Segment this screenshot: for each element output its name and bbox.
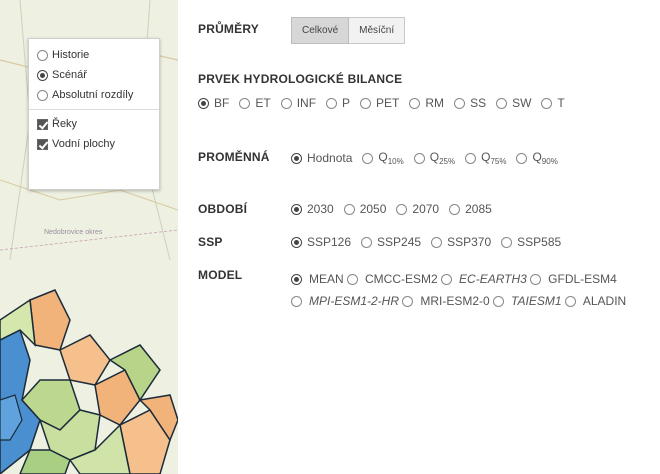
element-radio[interactable]: [496, 97, 508, 109]
ssp-label: SSP: [198, 235, 223, 249]
element-option-sw[interactable]: SW: [496, 96, 531, 110]
model-radio[interactable]: [441, 273, 453, 285]
model-radio[interactable]: [564, 295, 576, 307]
scenario-radio[interactable]: [37, 69, 48, 81]
layer-water-bodies[interactable]: Vodní plochy: [37, 134, 151, 154]
model-radio[interactable]: [291, 273, 302, 285]
period-option-2050[interactable]: 2050: [343, 202, 386, 216]
element-option-pet[interactable]: PET: [360, 96, 399, 110]
model-radio[interactable]: [347, 273, 359, 285]
element-option-ss[interactable]: SS: [454, 96, 486, 110]
variable-option-q90[interactable]: Q90%: [516, 150, 558, 166]
element-option-rm[interactable]: RM: [409, 96, 444, 110]
period-label: OBDOBÍ: [198, 202, 248, 216]
period-radio[interactable]: [396, 203, 408, 215]
element-label: PRVEK HYDROLOGICKÉ BILANCE: [198, 72, 403, 86]
variable-radio[interactable]: [291, 152, 302, 164]
ssp-option-126[interactable]: SSP126: [291, 235, 351, 249]
variable-radio[interactable]: [413, 152, 425, 164]
variable-radio[interactable]: [465, 152, 477, 164]
model-option-aladin[interactable]: ALADIN: [564, 290, 626, 312]
ssp-radio[interactable]: [361, 236, 373, 248]
ssp-option-370[interactable]: SSP370: [431, 235, 491, 249]
variable-options: Hodnota Q10% Q25% Q75% Q90%: [291, 150, 558, 166]
averages-toggle: Celkové Měsíční: [291, 17, 406, 44]
variable-radio[interactable]: [516, 152, 528, 164]
element-option-et[interactable]: ET: [239, 96, 271, 110]
element-option-p[interactable]: P: [326, 96, 350, 110]
model-option-mri-esm2-0[interactable]: MRI-ESM2-0: [402, 290, 490, 312]
model-option-taiesm1[interactable]: TAIESM1: [493, 290, 562, 312]
layer-scenario[interactable]: Scénář: [37, 65, 151, 85]
period-option-2030[interactable]: 2030: [291, 202, 334, 216]
variable-option-q25[interactable]: Q25%: [413, 150, 455, 166]
ssp-radio[interactable]: [431, 236, 443, 248]
model-option-mean[interactable]: MEAN: [291, 268, 344, 290]
ssp-option-585[interactable]: SSP585: [501, 235, 561, 249]
water-bodies-checkbox[interactable]: [37, 138, 48, 150]
element-radio[interactable]: [360, 97, 372, 109]
layer-history[interactable]: Historie: [37, 45, 151, 65]
layer-divider: [29, 109, 159, 110]
model-radio[interactable]: [530, 273, 542, 285]
scenario-label: Scénář: [52, 69, 87, 81]
model-option-gfdl-esm4[interactable]: GFDL-ESM4: [530, 268, 617, 290]
rivers-checkbox[interactable]: [37, 118, 48, 130]
period-option-2070[interactable]: 2070: [396, 202, 439, 216]
element-radio[interactable]: [198, 97, 209, 109]
ssp-radio[interactable]: [291, 236, 302, 248]
element-option-t[interactable]: T: [541, 96, 565, 110]
map-panel[interactable]: Nedobrovice okres Historie Scénář Absolu…: [0, 0, 178, 474]
variable-label: PROMĚNNÁ: [198, 150, 270, 164]
model-options: MEAN CMCC-ESM2 EC-EARTH3 GFDL-ESM4 MPI-E…: [291, 268, 660, 312]
model-option-mpi-esm1-2-hr[interactable]: MPI-ESM1-2-HR: [291, 290, 399, 312]
period-options: 2030 2050 2070 2085: [291, 202, 502, 216]
variable-option-q10[interactable]: Q10%: [362, 150, 404, 166]
absolute-diff-radio[interactable]: [37, 89, 48, 101]
period-radio[interactable]: [343, 203, 355, 215]
model-label: MODEL: [198, 268, 243, 282]
layer-switcher: Historie Scénář Absolutní rozdíly Řeky V…: [28, 38, 160, 190]
element-radio[interactable]: [541, 97, 553, 109]
period-radio[interactable]: [449, 203, 461, 215]
element-radio[interactable]: [326, 97, 338, 109]
ssp-options: SSP126 SSP245 SSP370 SSP585: [291, 235, 571, 249]
absolute-diff-label: Absolutní rozdíly: [52, 89, 134, 101]
element-radio[interactable]: [280, 97, 292, 109]
ssp-radio[interactable]: [501, 236, 513, 248]
layer-rivers[interactable]: Řeky: [37, 114, 151, 134]
variable-radio[interactable]: [362, 152, 374, 164]
history-radio[interactable]: [37, 49, 48, 61]
element-radio[interactable]: [409, 97, 421, 109]
layer-absolute-diff[interactable]: Absolutní rozdíly: [37, 85, 151, 105]
averages-monthly-button[interactable]: Měsíční: [349, 17, 406, 44]
model-radio[interactable]: [402, 295, 414, 307]
model-radio[interactable]: [493, 295, 505, 307]
rivers-label: Řeky: [52, 118, 78, 130]
model-option-cmcc-esm2[interactable]: CMCC-ESM2: [347, 268, 438, 290]
element-option-inf[interactable]: INF: [280, 96, 316, 110]
history-label: Historie: [52, 49, 90, 61]
variable-option-value[interactable]: Hodnota: [291, 151, 352, 165]
averages-total-button[interactable]: Celkové: [291, 17, 350, 44]
water-bodies-label: Vodní plochy: [52, 138, 115, 150]
period-option-2085[interactable]: 2085: [449, 202, 492, 216]
element-option-bf[interactable]: BF: [198, 96, 229, 110]
model-radio[interactable]: [291, 295, 302, 307]
period-radio[interactable]: [291, 203, 302, 215]
model-option-ec-earth3[interactable]: EC-EARTH3: [441, 268, 527, 290]
element-options: BF ET INF P PET RM SS SW T: [198, 96, 565, 110]
variable-option-q75[interactable]: Q75%: [465, 150, 506, 166]
averages-label: PRŮMĚRY: [198, 22, 259, 36]
element-radio[interactable]: [239, 97, 251, 109]
element-radio[interactable]: [454, 97, 466, 109]
map-place-label: Nedobrovice okres: [44, 229, 103, 236]
ssp-option-245[interactable]: SSP245: [361, 235, 421, 249]
